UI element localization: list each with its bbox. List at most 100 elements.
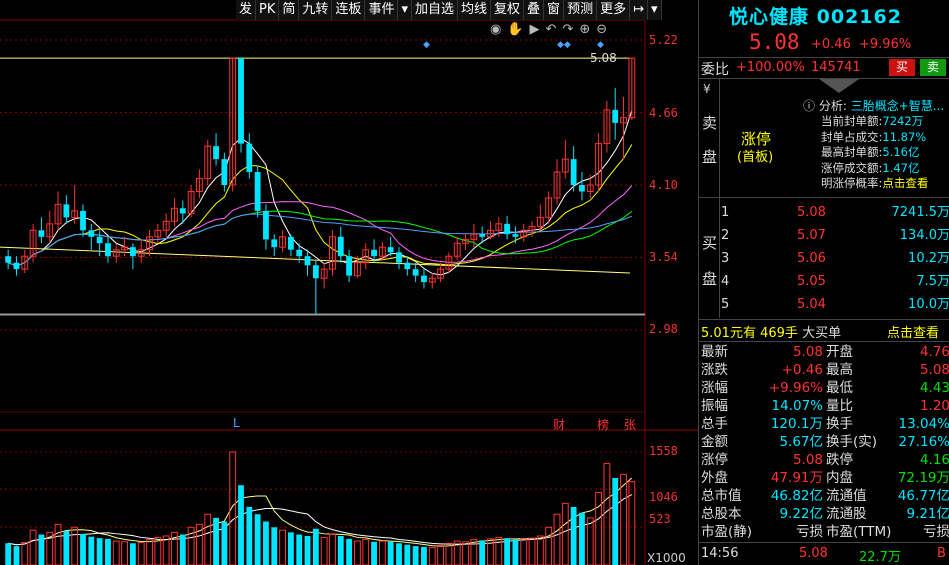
stats-row: 振幅 14.07% 量比 1.20: [699, 397, 949, 415]
volume-tick: 523: [649, 512, 671, 526]
toolbar-item-0[interactable]: 发: [236, 0, 257, 20]
stat-value: 5.08: [792, 452, 823, 468]
volume-bar: [88, 536, 95, 565]
stat-value: 5.08: [919, 362, 949, 378]
analysis-value: 5.16亿: [882, 145, 920, 159]
toolbar-item-15[interactable]: ▾: [648, 0, 662, 20]
toolbar-item-12[interactable]: 预测: [564, 0, 598, 20]
buy-button[interactable]: 买: [889, 59, 915, 76]
volume-bar: [536, 535, 544, 565]
marker-zhang[interactable]: 张: [624, 416, 636, 433]
volume-bar: [528, 537, 536, 565]
hand-icon[interactable]: ✋: [507, 22, 529, 37]
toolbar-item-1[interactable]: PK: [256, 0, 280, 20]
stat-value: 5.08: [792, 344, 823, 360]
redo-icon[interactable]: ↷: [562, 22, 579, 37]
stat-value: 5.67亿: [779, 434, 823, 450]
zoom-in-icon[interactable]: ⊕: [579, 22, 596, 37]
candle-body: [129, 247, 136, 257]
stat-label: 跌停: [826, 452, 853, 468]
analysis-list: 当前封单额:7242万 封单占成交:11.87% 最高封单额:5.16亿 涨停成交额:…: [821, 114, 949, 192]
price-tick: 4.10: [649, 178, 678, 192]
volume-bar: [80, 533, 86, 565]
volume-bar: [213, 517, 219, 565]
volume-bar: [63, 530, 70, 565]
toolbar-item-13[interactable]: 更多: [597, 0, 631, 20]
stat-value: +0.46: [781, 362, 823, 378]
marker-bang[interactable]: 榜: [597, 416, 609, 433]
toolbar-item-9[interactable]: 复权: [491, 0, 525, 20]
candle-body: [412, 269, 419, 276]
volume-bar: [553, 513, 561, 565]
buy-order-row[interactable]: 1 5.08 7241.5万: [719, 204, 949, 227]
volume-tick: 1046: [649, 490, 678, 504]
zoom-out-icon[interactable]: ⊖: [596, 22, 613, 37]
volume-bar: [520, 538, 528, 565]
event-marker-icon[interactable]: ◆: [597, 40, 604, 50]
volume-bar: [254, 514, 261, 565]
volume-tick: 1558: [649, 444, 678, 458]
toolbar-item-3[interactable]: 九转: [299, 0, 333, 20]
undo-icon[interactable]: ↶: [546, 22, 563, 37]
candle-body: [221, 159, 228, 185]
buy-price: 5.06: [797, 251, 826, 266]
volume-bar: [38, 534, 45, 565]
toolbar-item-4[interactable]: 连板: [332, 0, 366, 20]
candle-body: [271, 239, 278, 248]
sell-button[interactable]: 卖: [920, 59, 946, 76]
volume-bar: [271, 527, 278, 565]
stats-row: 最新 5.08 开盘 4.76: [699, 343, 949, 361]
volume-bar: [13, 546, 20, 565]
big-order-price: 5.01元有: [701, 326, 756, 341]
marker-l[interactable]: L: [233, 416, 240, 430]
buy-price: 5.08: [797, 205, 826, 220]
volume-bar: [346, 538, 353, 565]
collapse-icon[interactable]: [819, 79, 859, 93]
tick-price: 5.08: [799, 546, 828, 561]
toolbar-item-7[interactable]: 加自选: [412, 0, 458, 20]
analysis-concept[interactable]: 三胎概念+智慧...: [851, 99, 945, 113]
toolbar-item-11[interactable]: 窗: [544, 0, 565, 20]
toolbar-item-8[interactable]: 均线: [458, 0, 492, 20]
stock-price: 5.08: [749, 30, 800, 54]
stat-label: 换手(实): [826, 434, 878, 450]
play-icon[interactable]: ▶: [530, 22, 546, 37]
eye-icon[interactable]: ◉: [490, 22, 507, 37]
candle-body: [504, 223, 511, 235]
stat-value: 4.16: [919, 452, 949, 468]
candle-body: [570, 159, 577, 185]
toolbar-item-10[interactable]: 叠: [524, 0, 545, 20]
toolbar-item-5[interactable]: 事件: [365, 0, 399, 20]
volume-bar: [404, 544, 411, 565]
toolbar-item-6[interactable]: ▾: [398, 0, 412, 20]
volume-bar: [354, 540, 361, 565]
moving-average-lines: [0, 110, 633, 276]
toolbar-item-14[interactable]: ↦: [630, 0, 648, 20]
marker-cai[interactable]: 财: [553, 416, 565, 433]
buy-order-row[interactable]: 3 5.06 10.2万: [719, 250, 949, 273]
volume-bar: [561, 502, 569, 565]
buy-order-row[interactable]: 4 5.05 7.5万: [719, 273, 949, 296]
buy-volume: 10.2万: [908, 251, 949, 266]
stock-code: 002162: [816, 6, 902, 28]
buy-level: 4: [721, 274, 730, 289]
kline-chart[interactable]: [0, 0, 698, 565]
event-marker-icon[interactable]: ◆◆: [557, 40, 571, 50]
volume-bar: [595, 491, 602, 565]
event-marker-icon[interactable]: ◆: [423, 40, 430, 50]
buy-order-row[interactable]: 2 5.07 134.0万: [719, 227, 949, 250]
volume-bar: [412, 546, 419, 565]
buy-orders: 1 5.08 7241.5万 2 5.07 134.0万 3 5.06 10.2万 4 5.05 7.…: [719, 204, 949, 319]
stat-value: 46.82亿: [770, 488, 823, 504]
volume-bar: [337, 535, 344, 565]
candle-body: [612, 109, 619, 123]
analysis-item[interactable]: 明涨停概率:点击查看: [821, 176, 949, 192]
volume-bar: [445, 542, 453, 565]
buy-order-row[interactable]: 5 5.04 10.0万: [719, 296, 949, 319]
stat-label: 涨停: [701, 452, 728, 468]
stat-label: 总市值: [701, 488, 742, 504]
toolbar-item-2[interactable]: 简: [279, 0, 300, 20]
analysis-value: 11.87%: [882, 129, 927, 144]
candle-body: [396, 252, 402, 263]
big-order-link[interactable]: 点击查看: [887, 322, 939, 341]
